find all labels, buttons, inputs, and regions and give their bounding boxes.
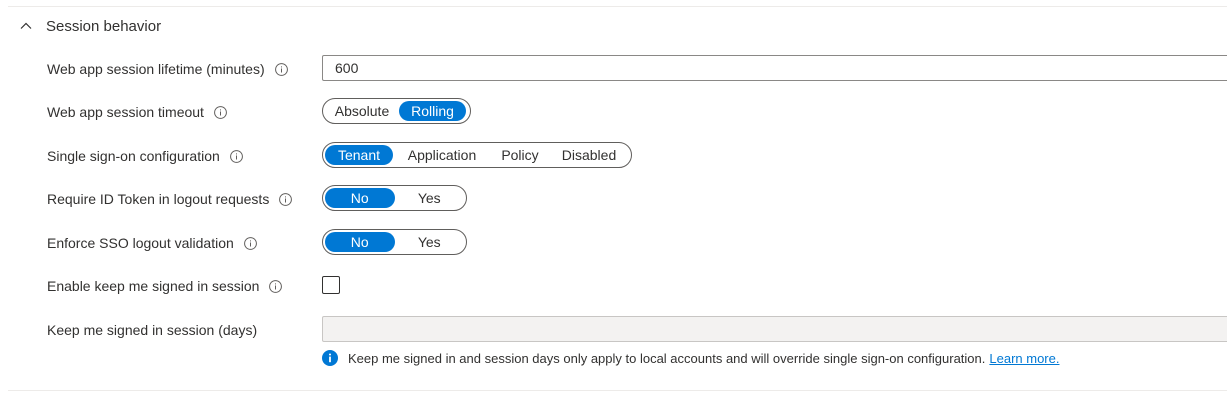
option-yes[interactable]: Yes	[395, 188, 465, 208]
label-session-lifetime: Web app session lifetime (minutes)	[47, 55, 288, 83]
info-icon[interactable]	[279, 192, 293, 206]
note-text: Keep me signed in and session days only …	[348, 350, 986, 366]
label-enforce-sso-logout: Enforce SSO logout validation	[47, 229, 257, 257]
enable-kmsi-checkbox[interactable]	[322, 276, 340, 294]
info-icon[interactable]	[274, 62, 288, 76]
enforce-sso-logout-toggle: No Yes	[322, 229, 467, 255]
bottom-divider	[8, 390, 1227, 391]
label-require-id-token: Require ID Token in logout requests	[47, 185, 293, 213]
row-sso-configuration: Single sign-on configuration Tenant Appl…	[0, 142, 1227, 170]
chevron-up-icon	[20, 20, 32, 32]
option-rolling[interactable]: Rolling	[399, 101, 466, 121]
row-require-id-token: Require ID Token in logout requests No Y…	[0, 185, 1227, 213]
label-text: Enforce SSO logout validation	[47, 235, 234, 251]
info-icon[interactable]	[269, 279, 283, 293]
info-icon[interactable]	[214, 105, 227, 119]
info-filled-icon	[322, 350, 338, 366]
section-header-session-behavior[interactable]: Session behavior	[20, 16, 161, 36]
label-text: Web app session timeout	[47, 104, 204, 120]
require-id-token-toggle: No Yes	[322, 185, 467, 211]
label-text: Web app session lifetime (minutes)	[47, 61, 265, 77]
option-absolute[interactable]: Absolute	[325, 101, 399, 121]
label-text: Keep me signed in session (days)	[47, 322, 258, 338]
kmsi-info-note: Keep me signed in and session days only …	[322, 349, 1059, 367]
label-kmsi-days: Keep me signed in session (days)	[47, 316, 257, 344]
label-sso-configuration: Single sign-on configuration	[47, 142, 243, 170]
option-no[interactable]: No	[325, 232, 395, 252]
option-no[interactable]: No	[325, 188, 395, 208]
label-text: Enable keep me signed in session	[47, 278, 260, 294]
info-icon[interactable]	[243, 236, 257, 250]
row-session-timeout: Web app session timeout Absolute Rolling	[0, 98, 1227, 126]
learn-more-link[interactable]: Learn more.	[989, 351, 1059, 366]
row-session-lifetime: Web app session lifetime (minutes) 600	[0, 55, 1227, 83]
kmsi-days-input[interactable]	[322, 316, 1227, 342]
option-policy[interactable]: Policy	[491, 145, 549, 165]
top-divider	[8, 6, 1227, 7]
option-yes[interactable]: Yes	[395, 232, 465, 252]
session-lifetime-input[interactable]: 600	[322, 55, 1227, 81]
row-enable-kmsi: Enable keep me signed in session	[0, 272, 1227, 300]
label-text: Require ID Token in logout requests	[47, 191, 270, 207]
row-enforce-sso-logout: Enforce SSO logout validation No Yes	[0, 229, 1227, 257]
label-session-timeout: Web app session timeout	[47, 98, 227, 126]
label-enable-kmsi: Enable keep me signed in session	[47, 272, 283, 300]
label-text: Single sign-on configuration	[47, 148, 220, 164]
section-title: Session behavior	[46, 17, 162, 35]
sso-configuration-toggle: Tenant Application Policy Disabled	[322, 142, 632, 168]
row-kmsi-days: Keep me signed in session (days)	[0, 316, 1227, 344]
session-timeout-toggle: Absolute Rolling	[322, 98, 471, 124]
option-tenant[interactable]: Tenant	[325, 145, 393, 165]
info-icon[interactable]	[229, 149, 243, 163]
option-disabled[interactable]: Disabled	[549, 145, 629, 165]
option-application[interactable]: Application	[393, 145, 491, 165]
